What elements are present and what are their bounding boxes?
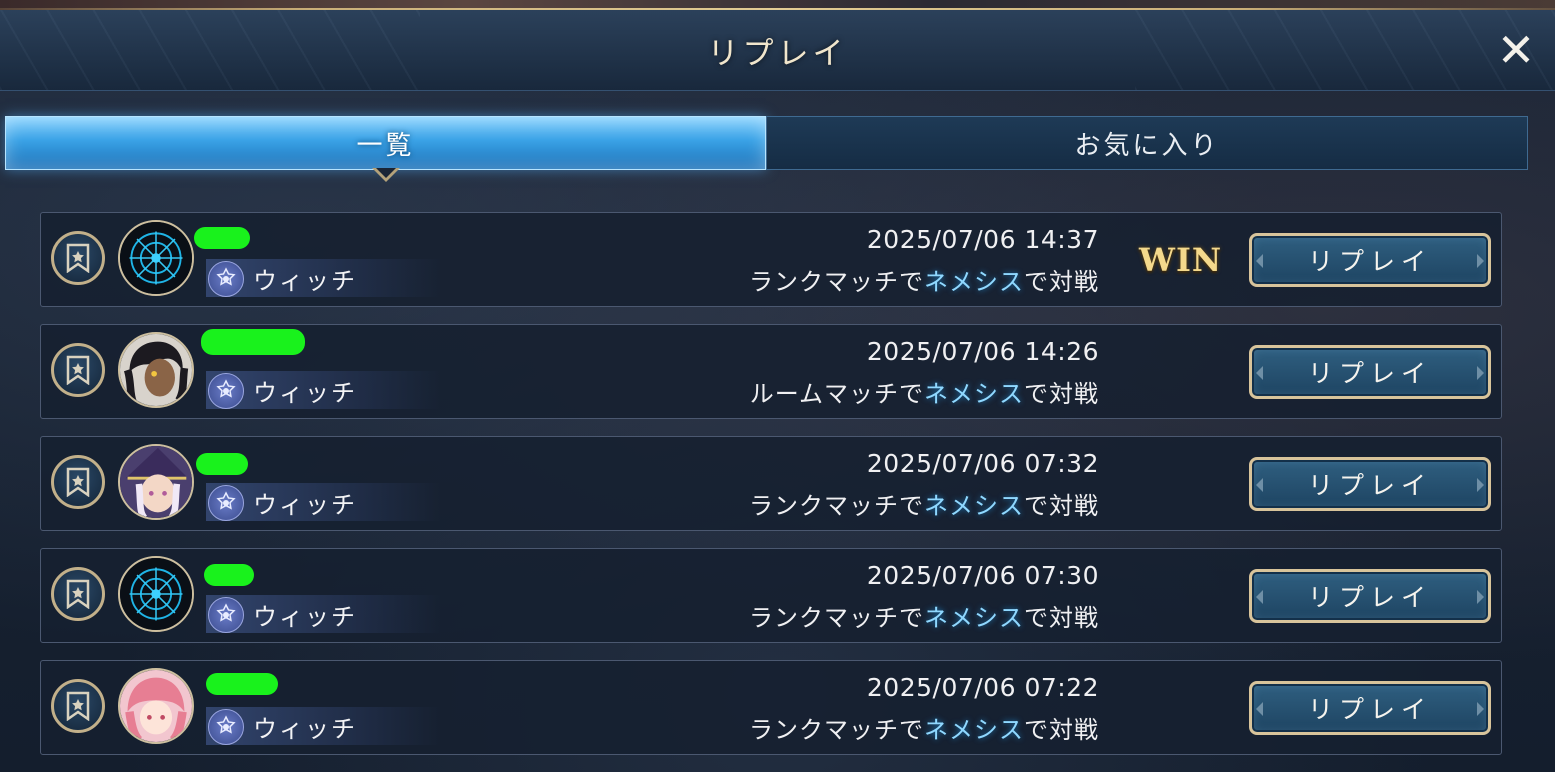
deck-name: ネメシス xyxy=(924,268,1024,296)
witch-class-icon xyxy=(208,485,244,521)
match-datetime: 2025/07/06 07:30 xyxy=(866,561,1099,590)
match-datetime: 2025/07/06 14:26 xyxy=(866,337,1099,366)
deck-name: ネメシス xyxy=(924,492,1024,520)
match-mode: ランクマッチで xyxy=(749,268,924,296)
replay-screen: リプレイ ✕ 一覧 お気に入り ウィッチ 2025/07/06 14:37 ラン… xyxy=(0,0,1555,772)
match-datetime: 2025/07/06 07:22 xyxy=(866,673,1099,702)
replay-button[interactable]: リプレイ xyxy=(1249,233,1491,287)
close-icon: ✕ xyxy=(1496,23,1536,77)
bookmark-star-icon xyxy=(66,691,90,721)
avatar xyxy=(118,220,194,296)
favorite-button[interactable] xyxy=(51,679,105,733)
tab-favorites[interactable]: お気に入り xyxy=(766,116,1528,170)
deck-name: ネメシス xyxy=(924,380,1024,408)
avatar xyxy=(118,668,194,744)
emblem-avatar-icon xyxy=(120,222,192,294)
match-suffix: で対戦 xyxy=(1024,268,1099,296)
match-description: ルームマッチでネメシスで対戦 xyxy=(750,374,1099,409)
match-mode: ランクマッチで xyxy=(749,492,924,520)
bookmark-star-icon xyxy=(66,243,90,273)
witch-character-avatar-icon xyxy=(120,446,192,518)
dark-haired-character-avatar-icon xyxy=(120,334,192,406)
replay-button[interactable]: リプレイ xyxy=(1249,457,1491,511)
page-title: リプレイ xyxy=(707,35,848,72)
match-description: ランクマッチでネメシスで対戦 xyxy=(749,262,1099,297)
replay-button[interactable]: リプレイ xyxy=(1249,345,1491,399)
class-name: ウィッチ xyxy=(253,490,357,519)
match-datetime: 2025/07/06 14:37 xyxy=(866,225,1099,254)
witch-class-icon xyxy=(208,373,244,409)
replay-button[interactable]: リプレイ xyxy=(1249,681,1491,735)
favorite-button[interactable] xyxy=(51,231,105,285)
favorite-button[interactable] xyxy=(51,567,105,621)
tab-list[interactable]: 一覧 xyxy=(5,116,766,170)
pink-haired-character-avatar-icon xyxy=(120,670,192,742)
replay-row: ウィッチ 2025/07/06 07:22 ランクマッチでネメシスで対戦 リプレ… xyxy=(40,660,1502,755)
class-name: ウィッチ xyxy=(253,266,357,295)
match-mode: ランクマッチで xyxy=(749,604,924,632)
active-tab-pointer-icon xyxy=(372,168,400,182)
class-name: ウィッチ xyxy=(253,714,357,743)
result-badge: WIN xyxy=(1139,241,1223,279)
witch-class-icon xyxy=(208,261,244,297)
class-name: ウィッチ xyxy=(253,378,357,407)
redacted-player-name xyxy=(204,564,254,586)
bookmark-star-icon xyxy=(66,467,90,497)
avatar xyxy=(118,556,194,632)
match-datetime: 2025/07/06 07:32 xyxy=(866,449,1099,478)
redacted-player-name xyxy=(201,329,305,355)
match-suffix: で対戦 xyxy=(1024,380,1099,408)
replay-button[interactable]: リプレイ xyxy=(1249,569,1491,623)
replay-row: ウィッチ 2025/07/06 14:26 ルームマッチでネメシスで対戦 リプレ… xyxy=(40,324,1502,419)
match-suffix: で対戦 xyxy=(1024,716,1099,744)
replay-row: ウィッチ 2025/07/06 14:37 ランクマッチでネメシスで対戦 WIN… xyxy=(40,212,1502,307)
redacted-player-name xyxy=(194,227,250,249)
match-mode: ランクマッチで xyxy=(749,716,924,744)
emblem-avatar-icon xyxy=(120,558,192,630)
replay-row: ウィッチ 2025/07/06 07:30 ランクマッチでネメシスで対戦 リプレ… xyxy=(40,548,1502,643)
redacted-player-name xyxy=(206,673,278,695)
tab-bar: 一覧 お気に入り xyxy=(5,116,1528,170)
close-button[interactable]: ✕ xyxy=(1490,24,1542,76)
avatar xyxy=(118,332,194,408)
deck-name: ネメシス xyxy=(924,716,1024,744)
match-description: ランクマッチでネメシスで対戦 xyxy=(749,598,1099,633)
match-description: ランクマッチでネメシスで対戦 xyxy=(749,710,1099,745)
witch-class-icon xyxy=(208,709,244,745)
replay-row: ウィッチ 2025/07/06 07:32 ランクマッチでネメシスで対戦 リプレ… xyxy=(40,436,1502,531)
match-suffix: で対戦 xyxy=(1024,492,1099,520)
match-mode: ルームマッチで xyxy=(749,380,924,408)
redacted-player-name xyxy=(196,453,248,475)
bookmark-star-icon xyxy=(66,355,90,385)
bookmark-star-icon xyxy=(66,579,90,609)
class-name: ウィッチ xyxy=(253,602,357,631)
match-suffix: で対戦 xyxy=(1024,604,1099,632)
witch-class-icon xyxy=(208,597,244,633)
match-description: ランクマッチでネメシスで対戦 xyxy=(749,486,1099,521)
favorite-button[interactable] xyxy=(51,455,105,509)
avatar xyxy=(118,444,194,520)
favorite-button[interactable] xyxy=(51,343,105,397)
deck-name: ネメシス xyxy=(924,604,1024,632)
